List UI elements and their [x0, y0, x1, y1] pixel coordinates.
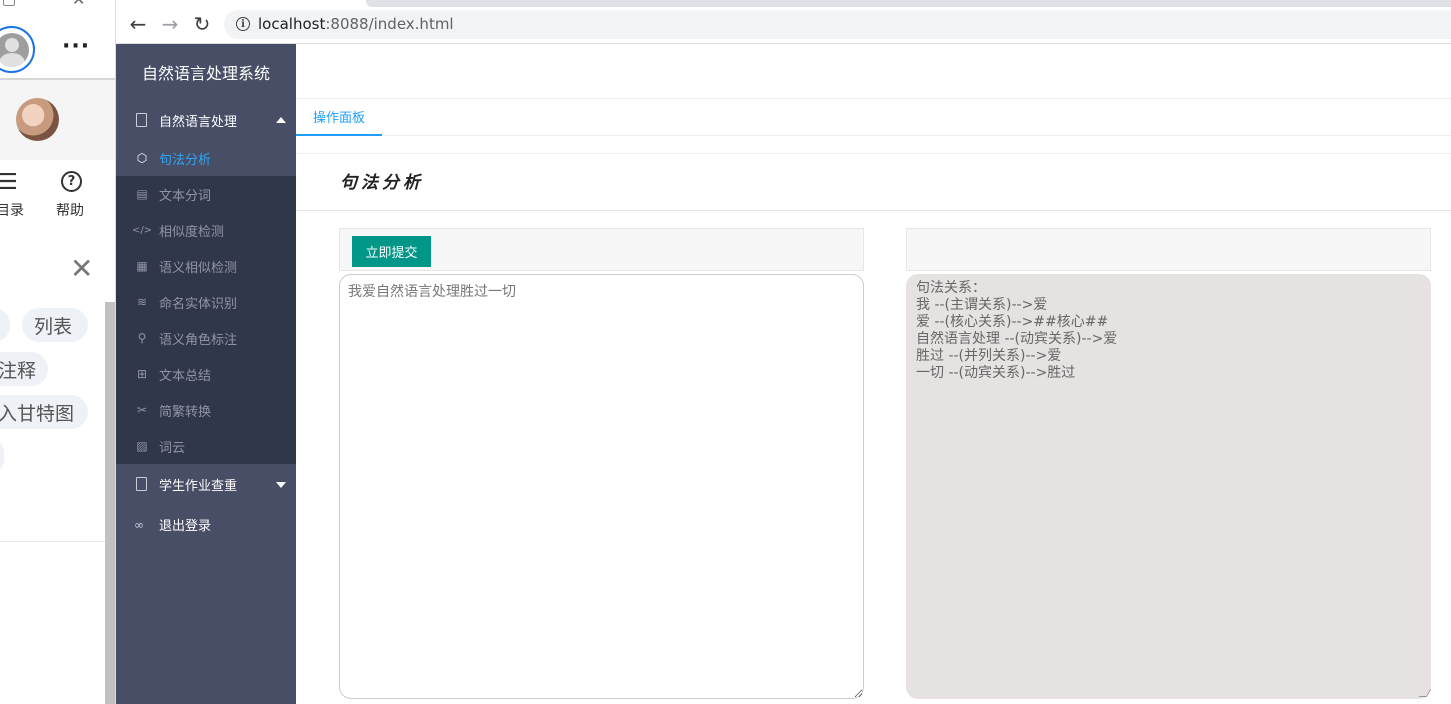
tag-chip[interactable] [0, 439, 4, 473]
nav-group-nlp[interactable]: 自然语言处理 [116, 100, 296, 140]
close-icon[interactable]: ✕ [70, 252, 93, 285]
sidebar-item-label: 简繁转换 [159, 404, 212, 420]
tag-chip[interactable]: 入甘特图 [0, 395, 88, 429]
tab-row: 操作面板 [296, 99, 1451, 136]
output-line: 句法关系： [916, 280, 986, 296]
logout-item[interactable]: ∞ 退出登录 [116, 504, 296, 544]
output-line: 爱 --(核心关系)-->##核心## [916, 314, 1109, 330]
forward-icon[interactable]: → [158, 12, 182, 36]
main-content: 操作面板 句法分析 立即提交 我爱自然语言处理胜过一切 句法关系： 我 --(主… [296, 44, 1451, 704]
input-toolbar: 立即提交 [339, 228, 864, 271]
panel-divider [0, 541, 106, 542]
site-info-icon[interactable]: i [236, 17, 250, 31]
url-path: :8088/index.html [325, 15, 454, 33]
tools-icon: ✂ [136, 403, 148, 417]
pin-icon: ⚲ [137, 331, 147, 345]
tag-chip[interactable] [0, 308, 10, 342]
page-title: 句法分析 [340, 173, 424, 193]
scrollbar-thumb[interactable] [105, 302, 115, 704]
sidebar-item-wordcloud[interactable]: ▨ 词云 [116, 428, 296, 464]
browser-toolbar: ← → ↻ i localhost:8088/index.html [116, 0, 1451, 44]
grid-icon: ▦ [136, 259, 148, 273]
sidebar-item-syntax[interactable]: ⬡ 句法分析 [116, 140, 296, 176]
sidebar-item-segmentation[interactable]: ▤ 文本分词 [116, 176, 296, 212]
sidebar-item-label: 相似度检测 [159, 224, 225, 240]
menu-icon[interactable]: ☰ [0, 170, 18, 195]
submit-button[interactable]: 立即提交 [352, 236, 431, 267]
tag-chip[interactable]: 注释 [0, 352, 48, 386]
logout-label: 退出登录 [159, 518, 212, 534]
sidebar-item-label: 语义角色标注 [159, 332, 238, 348]
sidebar-item-label: 文本分词 [159, 188, 212, 204]
output-textarea[interactable]: 句法关系： 我 --(主谓关系)-->爱 爱 --(核心关系)-->##核心##… [906, 274, 1432, 699]
divider [296, 153, 1451, 154]
back-icon[interactable]: ← [126, 12, 150, 36]
tag-chip[interactable]: 列表 [22, 308, 88, 342]
caret-up-icon [276, 117, 286, 123]
window-close-icon[interactable]: ✕ [72, 0, 85, 9]
caret-down-icon [276, 482, 286, 488]
tab-dashboard[interactable]: 操作面板 [296, 99, 382, 136]
nav-group-label: 自然语言处理 [159, 114, 238, 130]
menu-label[interactable]: 目录 [0, 200, 24, 220]
output-line: 自然语言处理 --(动宾关系)-->爱 [916, 331, 1118, 347]
nav-group-homework[interactable]: 学生作业查重 [116, 464, 296, 504]
sidebar-item-label: 语义相似检测 [159, 260, 238, 276]
logout-icon: ∞ [134, 518, 144, 532]
tab-bar [366, 0, 1451, 7]
sidebar-item-label: 词云 [159, 440, 186, 456]
tab-strip [116, 0, 1451, 8]
reload-icon[interactable]: ↻ [190, 12, 214, 36]
sidebar-item-ner[interactable]: ≋ 命名实体识别 [116, 284, 296, 320]
layers-icon: ≋ [136, 295, 148, 309]
code-icon: </> [131, 224, 153, 236]
default-avatar-icon [0, 32, 29, 67]
sub-menu: ⬡ 句法分析 ▤ 文本分词 </> 相似度检测 ▦ 语义相似检测 ≋ 命名实体识… [116, 140, 296, 464]
side-panel: ✕ ··· ☰ 目录 ? 帮助 ✕ 列表 注释 入甘特图 [0, 0, 116, 704]
user-avatar[interactable] [16, 98, 59, 141]
sidebar-item-label: 命名实体识别 [159, 296, 238, 312]
sidebar-item-label: 句法分析 [159, 152, 212, 168]
sidebar-item-conversion[interactable]: ✂ 简繁转换 [116, 392, 296, 428]
app-title: 自然语言处理系统 [141, 64, 270, 83]
input-textarea[interactable]: 我爱自然语言处理胜过一切 [339, 274, 864, 699]
sidebar-item-summary[interactable]: ⊞ 文本总结 [116, 356, 296, 392]
cube-icon: ⬡ [136, 151, 148, 165]
output-line: 一切 --(动宾关系)-->胜过 [916, 365, 1076, 381]
resize-handle-icon[interactable] [1418, 689, 1432, 697]
profile-button[interactable] [0, 26, 35, 73]
help-icon[interactable]: ? [61, 171, 82, 192]
output-line: 胜过 --(并列关系)-->爱 [916, 348, 1062, 364]
sidebar-item-label: 文本总结 [159, 368, 212, 384]
clipboard-icon: ▤ [136, 187, 148, 201]
url-text[interactable]: localhost:8088/index.html [258, 15, 454, 33]
divider [296, 210, 1451, 211]
image-icon: ▨ [136, 439, 148, 453]
top-header [296, 44, 1451, 99]
more-options-icon[interactable]: ··· [62, 34, 90, 59]
url-host: localhost [258, 15, 326, 33]
app-sidebar: 自然语言处理系统 自然语言处理 ⬡ 句法分析 ▤ 文本分词 </> 相似度检测 … [116, 44, 296, 704]
address-bar[interactable]: i localhost:8088/index.html [224, 10, 1451, 39]
window-restore-icon[interactable] [3, 0, 15, 6]
sidebar-item-semantic-similarity[interactable]: ▦ 语义相似检测 [116, 248, 296, 284]
nav-group-label: 学生作业查重 [159, 478, 238, 494]
document-icon [136, 113, 147, 127]
sidebar-item-similarity[interactable]: </> 相似度检测 [116, 212, 296, 248]
output-toolbar [906, 228, 1431, 271]
book-icon: ⊞ [136, 367, 148, 381]
sidebar-item-srl[interactable]: ⚲ 语义角色标注 [116, 320, 296, 356]
document-icon [136, 477, 147, 491]
help-label[interactable]: 帮助 [56, 200, 84, 220]
output-line: 我 --(主谓关系)-->爱 [916, 297, 1048, 313]
